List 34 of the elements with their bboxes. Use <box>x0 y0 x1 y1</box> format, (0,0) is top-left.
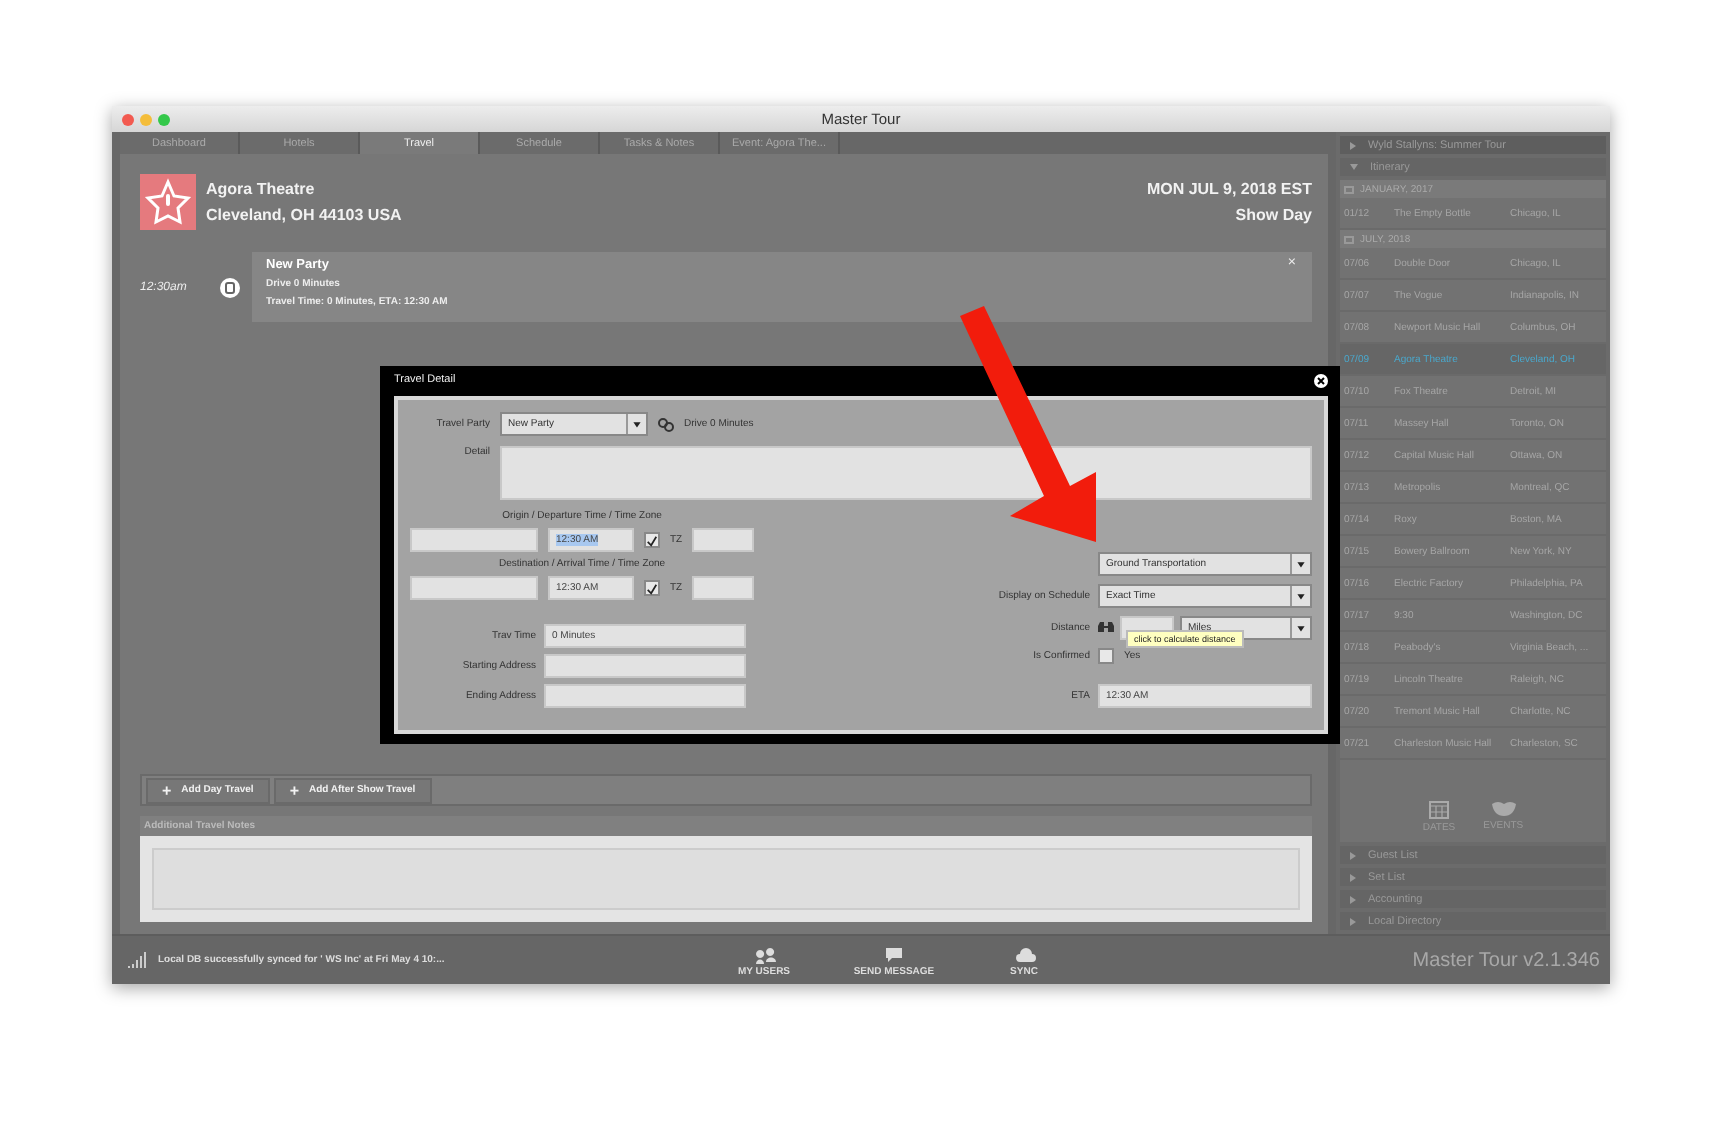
close-button[interactable] <box>122 113 134 125</box>
link-icon[interactable] <box>658 417 674 431</box>
caret-icon <box>1290 553 1310 573</box>
chat-bubble-icon <box>883 943 905 963</box>
masks-icon <box>1489 800 1518 818</box>
text-field[interactable] <box>544 654 746 678</box>
signal-icon <box>128 952 148 968</box>
users-icon <box>753 943 775 963</box>
event-date: MON JUL 9, 2018 EST <box>1144 180 1312 198</box>
venue-address: Cleveland, OH 44103 USA <box>206 206 404 224</box>
location-field[interactable] <box>410 576 538 600</box>
close-icon[interactable] <box>1314 374 1328 388</box>
timezone-field[interactable] <box>692 528 755 552</box>
caret-icon <box>1290 617 1310 637</box>
app-version: Master Tour v2.1.346 <box>1412 949 1600 971</box>
caret-icon <box>1290 585 1310 605</box>
star-logo-icon <box>140 174 196 230</box>
location-field[interactable] <box>410 528 538 552</box>
checkbox[interactable] <box>1098 647 1114 663</box>
binoculars-icon[interactable] <box>1098 620 1114 634</box>
checkbox[interactable] <box>644 580 660 596</box>
cloud-upload-icon <box>1013 943 1035 963</box>
venue-name: Agora Theatre <box>206 180 317 198</box>
notes-field[interactable] <box>152 848 1300 910</box>
calendar-icon <box>1427 798 1450 820</box>
detail-field[interactable] <box>500 446 1312 500</box>
timezone-field[interactable] <box>692 576 755 600</box>
bus-icon <box>220 277 240 297</box>
minimize-button[interactable] <box>140 113 152 125</box>
day-type: Show Day <box>1233 206 1312 224</box>
text-field[interactable] <box>544 684 746 708</box>
zoom-button[interactable] <box>158 113 170 125</box>
caret-icon <box>626 414 646 434</box>
checkbox[interactable] <box>644 532 660 548</box>
